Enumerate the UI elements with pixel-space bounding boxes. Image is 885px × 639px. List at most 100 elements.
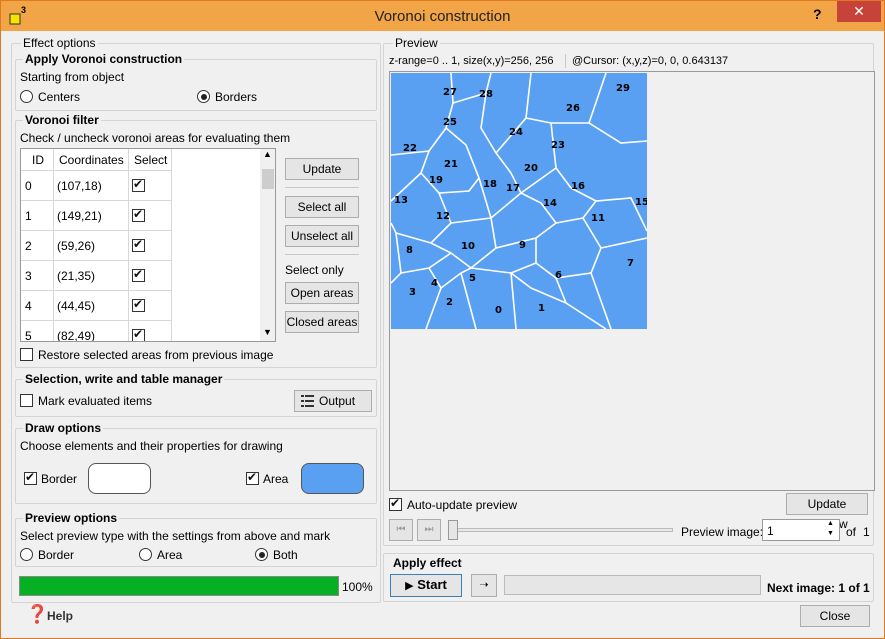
column-divider (171, 149, 172, 341)
table-row[interactable]: 1 (149,21) (21, 201, 171, 231)
table-row[interactable]: 0 (107,18) (21, 171, 171, 201)
progress-text: 100% (342, 580, 373, 594)
area-label: Area (263, 472, 289, 486)
output-button[interactable]: Output (294, 390, 372, 412)
closed-areas-button[interactable]: Closed areas (285, 311, 359, 333)
voronoi-filter-hint: Check / uncheck voronoi areas for evalua… (20, 131, 291, 145)
radio-preview-border[interactable] (20, 548, 33, 561)
radio-centers-label: Centers (38, 90, 81, 104)
table-row[interactable]: 3 (21,35) (21, 261, 171, 291)
selection-manager-title: Selection, write and table manager (23, 372, 225, 386)
cell-label-27: 27 (443, 87, 457, 98)
radio-preview-area-label: Area (157, 548, 183, 562)
main-window: 3 Voronoi construction ? ✕ Effect option… (0, 0, 885, 639)
slider-handle[interactable] (448, 520, 458, 540)
row-coordinates: (59,26) (57, 239, 96, 253)
start-button[interactable]: ▶ Start (390, 574, 462, 597)
row-id: 0 (25, 179, 32, 193)
cell-label-1: 1 (538, 303, 545, 314)
table-row[interactable]: 5 (82,49) (21, 321, 171, 342)
close-button[interactable]: Close (800, 605, 870, 627)
cell-label-10: 10 (461, 241, 475, 252)
radio-borders[interactable] (197, 90, 210, 103)
row-id: 3 (25, 269, 32, 283)
preview-image-value: 1 (767, 524, 774, 538)
separator (285, 254, 359, 255)
cell-label-0: 0 (495, 305, 502, 316)
scroll-up-icon[interactable]: ▲ (263, 149, 272, 159)
spin-up-icon[interactable]: ▲ (827, 520, 834, 527)
update-button[interactable]: Update (285, 158, 359, 180)
select-all-button[interactable]: Select all (285, 196, 359, 218)
mark-evaluated-checkbox[interactable] (20, 394, 33, 407)
row-coordinates: (82,49) (57, 329, 96, 342)
cell-label-19: 19 (429, 175, 443, 186)
table-row[interactable]: 4 (44,45) (21, 291, 171, 321)
step-arrow-icon[interactable]: ➝ (471, 574, 497, 597)
cell-label-23: 23 (551, 140, 565, 151)
cell-label-20: 20 (524, 163, 538, 174)
help-link[interactable]: Help (47, 609, 73, 623)
last-image-icon[interactable]: ⏭ (417, 519, 441, 541)
of-label: of (846, 525, 857, 539)
scroll-down-icon[interactable]: ▼ (263, 327, 272, 337)
radio-preview-both[interactable] (255, 548, 268, 561)
cell-label-22: 22 (403, 143, 417, 154)
radio-preview-border-label: Border (38, 548, 75, 562)
row-select-checkbox[interactable] (132, 237, 145, 252)
mark-evaluated-label: Mark evaluated items (38, 394, 153, 408)
cell-label-8: 8 (406, 245, 413, 256)
cell-label-14: 14 (543, 198, 557, 209)
border-color-swatch[interactable] (88, 463, 151, 494)
row-select-checkbox[interactable] (132, 207, 145, 222)
spin-down-icon[interactable]: ▼ (827, 530, 834, 537)
preview-options-hint: Select preview type with the settings fr… (20, 529, 331, 543)
voronoi-areas-table[interactable]: ID Coordinates Select 0 (107,18) 1 (149,… (20, 148, 276, 342)
window-title: Voronoi construction (374, 8, 511, 25)
restore-areas-checkbox[interactable] (20, 348, 33, 361)
preview-image-spinbox[interactable]: 1 ▲ ▼ (762, 519, 840, 541)
help-icon[interactable]: ❓ (26, 604, 48, 625)
start-button-label: Start (417, 577, 447, 592)
row-id: 4 (25, 299, 32, 313)
update-preview-button[interactable]: Update preview (786, 493, 868, 531)
radio-borders-label: Borders (215, 90, 258, 104)
apply-effect-title: Apply effect (391, 556, 464, 570)
row-select-checkbox[interactable] (132, 297, 145, 312)
open-areas-button[interactable]: Open areas (285, 282, 359, 304)
scroll-thumb[interactable] (262, 169, 274, 189)
preview-image-slider[interactable] (448, 528, 673, 532)
column-select[interactable]: Select (134, 153, 167, 167)
separator (285, 187, 359, 188)
row-coordinates: (44,45) (57, 299, 96, 313)
area-checkbox[interactable] (246, 470, 259, 485)
context-help-button[interactable]: ? (813, 6, 822, 22)
window-close-button[interactable]: ✕ (837, 1, 881, 22)
radio-preview-area[interactable] (139, 548, 152, 561)
restore-areas-label: Restore selected areas from previous ima… (38, 348, 274, 362)
auto-update-checkbox[interactable] (389, 496, 402, 511)
row-select-checkbox[interactable] (132, 267, 145, 282)
border-label: Border (41, 472, 78, 486)
column-id[interactable]: ID (32, 153, 44, 167)
area-color-swatch[interactable] (301, 463, 364, 494)
first-image-icon[interactable]: ⏮ (389, 519, 413, 541)
cell-label-3: 3 (409, 287, 416, 298)
row-select-checkbox[interactable] (132, 327, 145, 341)
preview-info: z-range=0 .. 1, size(x,y)=256, 256 (389, 55, 554, 67)
row-coordinates: (107,18) (57, 179, 102, 193)
table-scrollbar[interactable]: ▲ ▼ (260, 149, 275, 341)
border-checkbox[interactable] (24, 470, 37, 485)
cell-label-4: 4 (431, 278, 438, 289)
starting-from-label: Starting from object (20, 70, 125, 84)
preview-canvas[interactable]: 27 28 26 29 25 24 23 22 21 20 19 18 17 1… (389, 71, 875, 491)
column-coordinates[interactable]: Coordinates (59, 153, 124, 167)
preview-image-label: Preview image: (681, 525, 764, 539)
row-select-checkbox[interactable] (132, 177, 145, 192)
cell-label-2: 2 (446, 297, 453, 308)
draw-options-hint: Choose elements and their properties for… (20, 439, 283, 453)
table-row[interactable]: 2 (59,26) (21, 231, 171, 261)
radio-centers[interactable] (20, 90, 33, 103)
play-icon: ▶ (405, 580, 414, 592)
unselect-all-button[interactable]: Unselect all (285, 225, 359, 247)
